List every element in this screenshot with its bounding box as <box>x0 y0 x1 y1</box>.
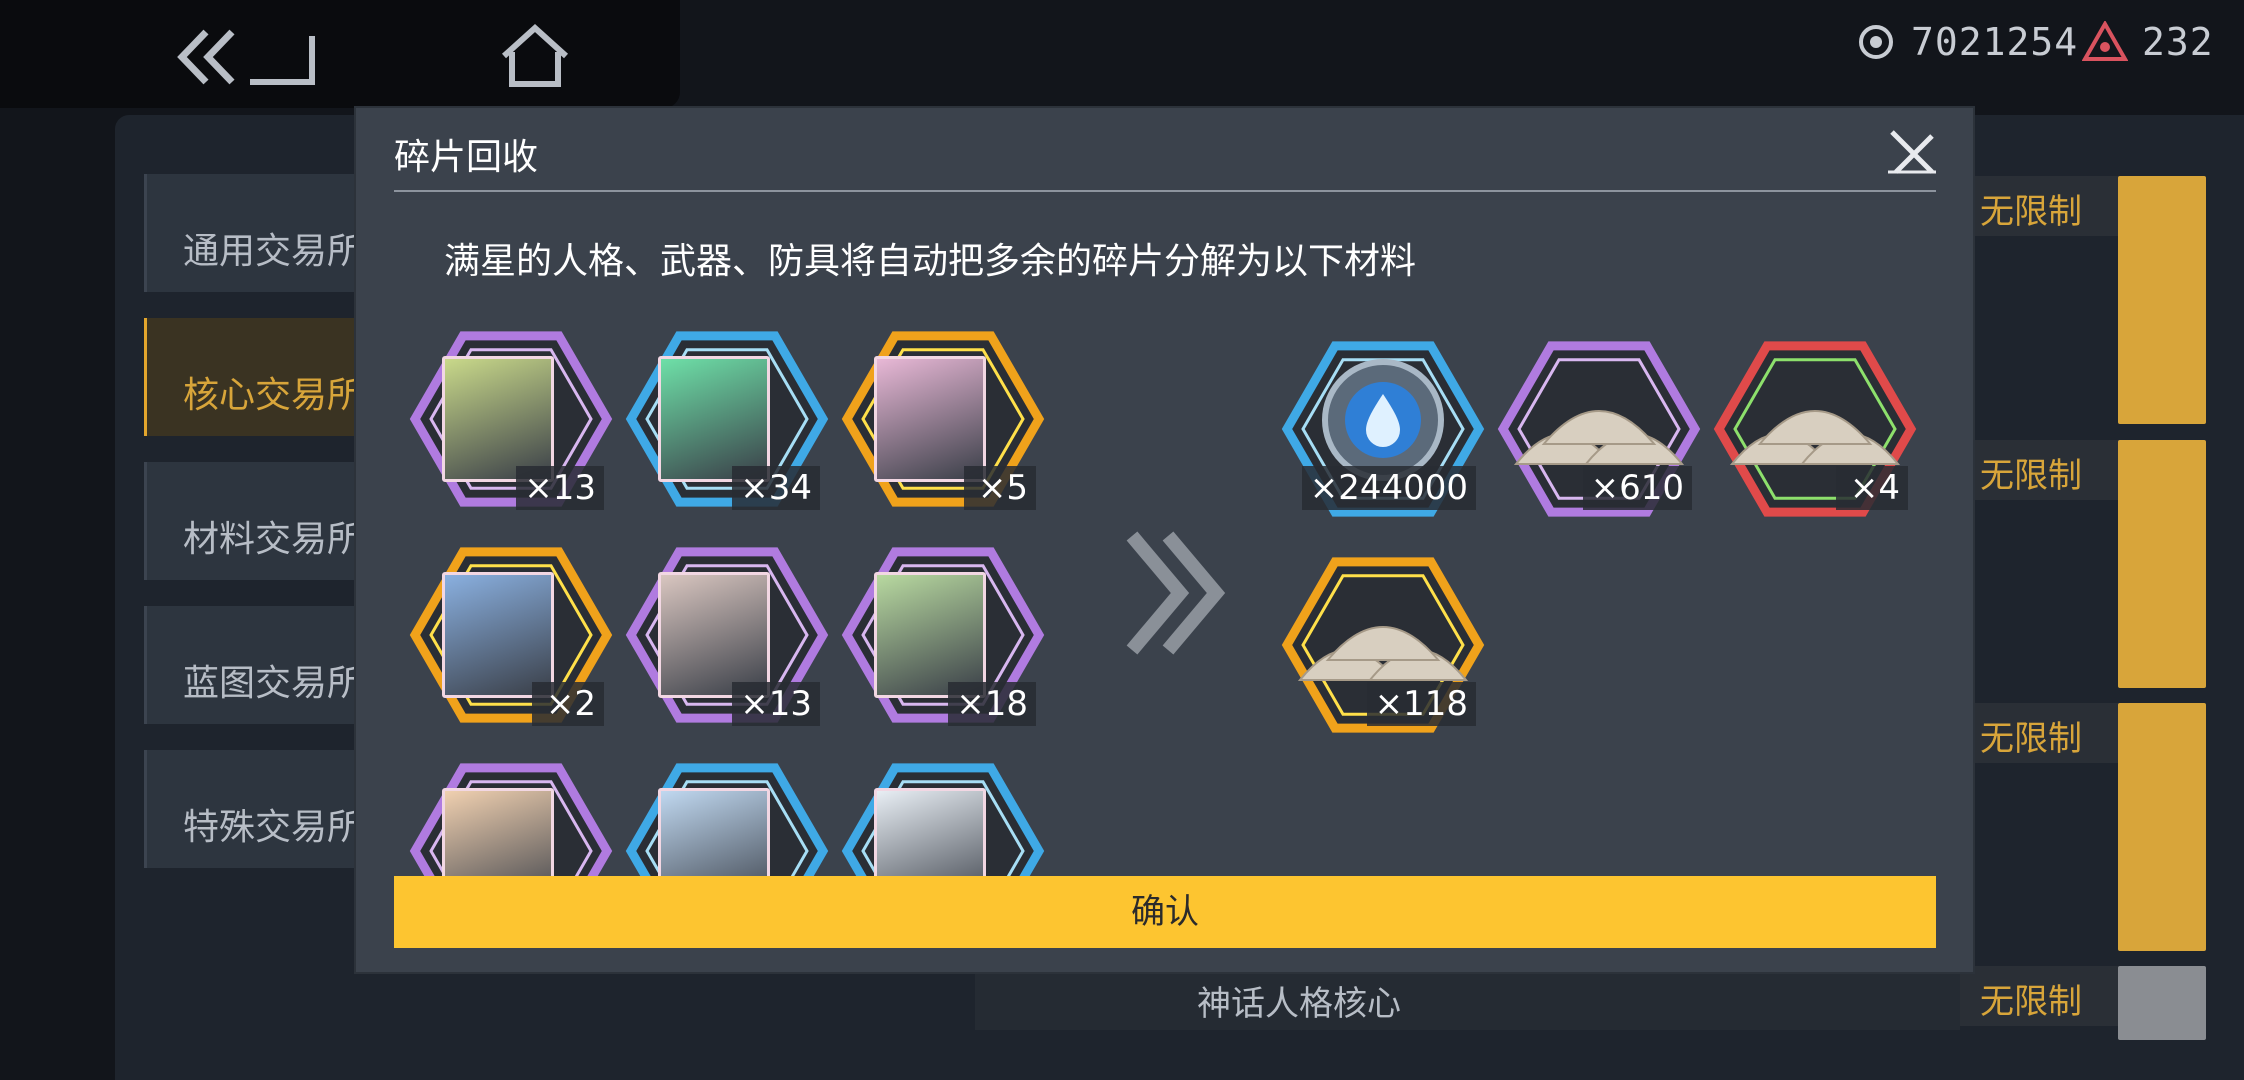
dialog-description: 满星的人格、武器、防具将自动把多余的碎片分解为以下材料 <box>444 241 1417 282</box>
crystal-icon <box>2082 21 2128 61</box>
character-portrait-icon <box>442 356 554 482</box>
limit-label: 无限制 <box>1960 176 2120 236</box>
fragment-grid: ×13 ×34 ×5 ×2 ×13 ×18 <box>406 314 1046 962</box>
fragment-item[interactable]: ×2 <box>406 530 616 740</box>
material-item[interactable]: ×610 <box>1494 324 1704 524</box>
fragment-quantity: ×2 <box>532 682 604 726</box>
double-chevron-back-icon[interactable] <box>170 22 330 92</box>
limit-label: 无限制 <box>1960 966 2120 1026</box>
coin-resource: 7021254 <box>1855 14 2078 70</box>
coin-icon <box>1859 25 1893 59</box>
fragment-quantity: ×13 <box>732 682 820 726</box>
fragment-item[interactable]: ×13 <box>406 314 616 524</box>
sidebar-item-label: 特殊交易所 <box>183 807 364 848</box>
fragment-quantity: ×5 <box>964 466 1036 510</box>
double-chevron-right-icon <box>1126 531 1226 655</box>
material-quantity: ×4 <box>1836 466 1908 510</box>
title-divider <box>394 190 1936 192</box>
exchange-button[interactable] <box>2118 703 2206 951</box>
material-item[interactable]: ×118 <box>1278 540 1488 740</box>
fragment-recycle-dialog: 碎片回收 满星的人格、武器、防具将自动把多余的碎片分解为以下材料 ×13 ×34 ×… <box>356 108 1973 972</box>
row-label: 神话人格核心 <box>1197 984 1401 1024</box>
fragment-item[interactable]: ×13 <box>622 530 832 740</box>
confirm-button[interactable]: 确认 <box>394 876 1936 948</box>
dialog-title: 碎片回收 <box>394 137 539 178</box>
sidebar-item-blueprint[interactable]: 蓝图交易所 <box>144 606 386 724</box>
fragment-quantity: ×13 <box>516 466 604 510</box>
material-quantity: ×244000 <box>1301 466 1476 510</box>
close-icon[interactable] <box>1886 126 1938 178</box>
sidebar-item-material[interactable]: 材料交易所 <box>144 462 386 580</box>
character-portrait-icon <box>442 572 554 698</box>
home-icon[interactable] <box>498 22 572 92</box>
sidebar-item-label: 核心交易所 <box>183 375 364 416</box>
limit-label: 无限制 <box>1960 703 2120 763</box>
fragment-item[interactable]: ×34 <box>622 314 832 524</box>
limit-label: 无限制 <box>1960 440 2120 500</box>
material-item[interactable]: ×244000 <box>1278 324 1488 524</box>
screen: 7021254 232 通用交易所 核心交易所 材料交易所 蓝图交易所 特殊交易… <box>0 0 2244 1080</box>
exchange-button[interactable] <box>2118 176 2206 424</box>
character-portrait-icon <box>658 356 770 482</box>
sidebar-item-core[interactable]: 核心交易所 <box>144 318 386 436</box>
crystal-value: 232 <box>2142 20 2214 64</box>
sidebar-item-label: 材料交易所 <box>183 519 364 560</box>
material-quantity: ×118 <box>1366 682 1476 726</box>
sidebar-item-label: 蓝图交易所 <box>183 663 364 704</box>
fragment-item[interactable]: ×5 <box>838 314 1046 524</box>
fragment-item[interactable]: ×18 <box>838 530 1046 740</box>
material-quantity: ×610 <box>1582 466 1692 510</box>
character-portrait-icon <box>874 356 986 482</box>
character-portrait-icon <box>658 572 770 698</box>
character-portrait-icon <box>874 572 986 698</box>
top-nav <box>0 0 680 108</box>
coin-value: 7021254 <box>1911 20 2079 64</box>
sidebar-item-label: 通用交易所 <box>183 231 364 272</box>
material-item[interactable]: ×4 <box>1710 324 1920 524</box>
exchange-button[interactable] <box>2118 440 2206 688</box>
fragment-quantity: ×34 <box>732 466 820 510</box>
fragment-quantity: ×18 <box>948 682 1036 726</box>
crystal-resource: 232 <box>2082 14 2214 70</box>
sidebar-item-special[interactable]: 特殊交易所 <box>144 750 386 868</box>
sidebar-item-general[interactable]: 通用交易所 <box>144 174 386 292</box>
mythic-core-row: 神话人格核心 <box>975 966 1960 1030</box>
exchange-button[interactable] <box>2118 966 2206 1040</box>
